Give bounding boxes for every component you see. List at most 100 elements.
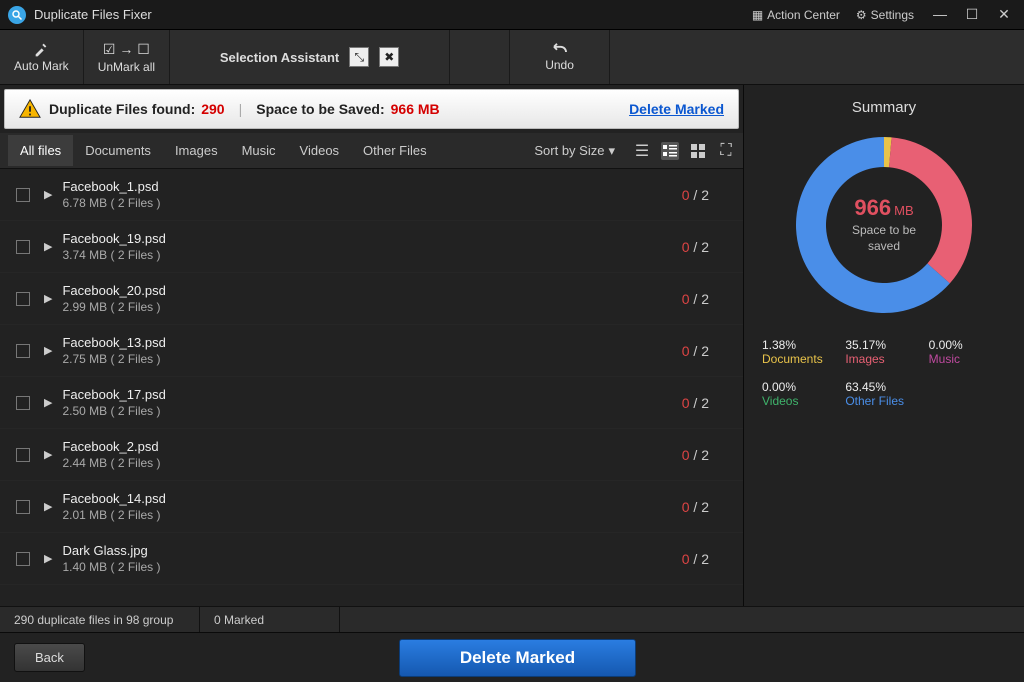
file-name: Facebook_14.psd bbox=[62, 491, 165, 506]
automark-button[interactable]: Auto Mark bbox=[0, 30, 84, 84]
info-bar: Duplicate Files found: 290 | Space to be… bbox=[4, 89, 739, 129]
filter-tabs: All filesDocumentsImagesMusicVideosOther… bbox=[0, 133, 743, 169]
file-name: Facebook_1.psd bbox=[62, 179, 160, 194]
summary-value: 966 bbox=[854, 195, 891, 220]
file-list[interactable]: ▶Facebook_1.psd6.78 MB ( 2 Files )0 / 2▶… bbox=[0, 169, 743, 606]
row-checkbox[interactable] bbox=[16, 344, 30, 358]
back-button[interactable]: Back bbox=[14, 643, 85, 672]
maximize-button[interactable]: ☐ bbox=[960, 6, 984, 23]
selection-assistant-button[interactable]: Selection Assistant ⤡ ✖ bbox=[170, 30, 450, 84]
file-meta: 1.40 MB ( 2 Files ) bbox=[62, 560, 160, 574]
status-groups: 290 duplicate files in 98 group bbox=[0, 607, 200, 632]
summary-title: Summary bbox=[762, 99, 1006, 116]
unmark-icon: ☑ → ☐ bbox=[103, 41, 150, 58]
minimize-button[interactable]: — bbox=[928, 6, 952, 23]
action-center-button[interactable]: ▦ Action Center bbox=[744, 4, 848, 26]
expand-icon[interactable]: ▶ bbox=[44, 292, 52, 305]
expand-icon[interactable]: ▶ bbox=[44, 188, 52, 201]
file-row[interactable]: ▶ Facebook_1.psd 6.78 MB ( 2 Files ) 0 / 2 bbox=[0, 169, 743, 221]
selection-count: 0 / 2 bbox=[682, 395, 727, 411]
file-meta: 2.44 MB ( 2 Files ) bbox=[62, 456, 160, 470]
legend-item: 1.38%Documents bbox=[762, 338, 839, 366]
summary-panel: Summary 966MB Space to besaved 1.38%Docu… bbox=[744, 85, 1024, 606]
row-checkbox[interactable] bbox=[16, 292, 30, 306]
summary-sublabel: Space to besaved bbox=[852, 223, 916, 254]
file-row[interactable]: ▶ Facebook_17.psd 2.50 MB ( 2 Files ) 0 / 2 bbox=[0, 377, 743, 429]
arrows-icon: ⤡ bbox=[349, 47, 369, 67]
selection-count: 0 / 2 bbox=[682, 447, 727, 463]
app-logo-icon bbox=[8, 6, 26, 24]
wand-icon bbox=[33, 41, 49, 57]
selection-count: 0 / 2 bbox=[682, 291, 727, 307]
file-meta: 2.75 MB ( 2 Files ) bbox=[62, 352, 165, 366]
selection-count: 0 / 2 bbox=[682, 187, 727, 203]
selection-count: 0 / 2 bbox=[682, 551, 727, 567]
tab-images[interactable]: Images bbox=[163, 135, 230, 166]
app-title: Duplicate Files Fixer bbox=[34, 7, 152, 22]
expand-icon[interactable]: ▶ bbox=[44, 448, 52, 461]
file-name: Facebook_17.psd bbox=[62, 387, 165, 402]
fullscreen-icon[interactable]: ⛶ bbox=[717, 142, 735, 160]
row-checkbox[interactable] bbox=[16, 448, 30, 462]
status-marked: 0 Marked bbox=[200, 607, 340, 632]
donut-chart: 966MB Space to besaved bbox=[789, 130, 979, 320]
selection-count: 0 / 2 bbox=[682, 499, 727, 515]
legend-item: 0.00%Videos bbox=[762, 380, 839, 408]
selection-count: 0 / 2 bbox=[682, 239, 727, 255]
row-checkbox[interactable] bbox=[16, 396, 30, 410]
undo-button[interactable]: Undo bbox=[510, 30, 610, 84]
expand-icon[interactable]: ▶ bbox=[44, 500, 52, 513]
file-row[interactable]: ▶ Facebook_2.psd 2.44 MB ( 2 Files ) 0 / 2 bbox=[0, 429, 743, 481]
file-name: Facebook_20.psd bbox=[62, 283, 165, 298]
unmark-button[interactable]: ☑ → ☐ UnMark all bbox=[84, 30, 170, 84]
sort-dropdown[interactable]: Sort by Size ▾ bbox=[534, 143, 615, 159]
row-checkbox[interactable] bbox=[16, 500, 30, 514]
expand-icon[interactable]: ▶ bbox=[44, 396, 52, 409]
warning-icon bbox=[19, 98, 41, 120]
found-count: 290 bbox=[201, 101, 224, 117]
file-row[interactable]: ▶Facebook_20.psd2.99 MB ( 2 Files )0 / 2 bbox=[0, 273, 743, 325]
file-row[interactable]: ▶ Facebook_13.psd 2.75 MB ( 2 Files ) 0 / 2 bbox=[0, 325, 743, 377]
expand-icon[interactable]: ▶ bbox=[44, 344, 52, 357]
legend-item: 63.45%Other Files bbox=[845, 380, 922, 408]
tab-music[interactable]: Music bbox=[230, 135, 288, 166]
file-name: Facebook_2.psd bbox=[62, 439, 160, 454]
delete-marked-button[interactable]: Delete Marked bbox=[399, 639, 636, 677]
file-name: Dark Glass.jpg bbox=[62, 543, 160, 558]
tab-all-files[interactable]: All files bbox=[8, 135, 73, 166]
row-checkbox[interactable] bbox=[16, 188, 30, 202]
grid-icon: ▦ bbox=[752, 8, 763, 22]
tab-other-files[interactable]: Other Files bbox=[351, 135, 439, 166]
status-bar: 290 duplicate files in 98 group 0 Marked bbox=[0, 606, 1024, 632]
view-detail-icon[interactable] bbox=[661, 142, 679, 160]
legend-item: 0.00%Music bbox=[929, 338, 1006, 366]
file-row[interactable]: ▶ Dark Glass.jpg 1.40 MB ( 2 Files ) 0 / 2 bbox=[0, 533, 743, 585]
file-row[interactable]: ▶ Facebook_14.psd 2.01 MB ( 2 Files ) 0 / 2 bbox=[0, 481, 743, 533]
delete-marked-link[interactable]: Delete Marked bbox=[629, 101, 724, 117]
selection-count: 0 / 2 bbox=[682, 343, 727, 359]
space-value: 966 MB bbox=[391, 101, 440, 117]
tools-icon: ✖ bbox=[379, 47, 399, 67]
chart-legend: 1.38%Documents35.17%Images0.00%Music0.00… bbox=[762, 338, 1006, 408]
row-checkbox[interactable] bbox=[16, 552, 30, 566]
row-checkbox[interactable] bbox=[16, 240, 30, 254]
toolbar: Auto Mark ☑ → ☐ UnMark all Selection Ass… bbox=[0, 30, 1024, 85]
file-meta: 3.74 MB ( 2 Files ) bbox=[62, 248, 165, 262]
gear-icon: ⚙ bbox=[856, 8, 867, 22]
file-name: Facebook_13.psd bbox=[62, 335, 165, 350]
tab-videos[interactable]: Videos bbox=[288, 135, 352, 166]
file-row[interactable]: ▶ Facebook_19.psd 3.74 MB ( 2 Files ) 0 / 2 bbox=[0, 221, 743, 273]
expand-icon[interactable]: ▶ bbox=[44, 552, 52, 565]
file-meta: 2.50 MB ( 2 Files ) bbox=[62, 404, 165, 418]
view-list-icon[interactable]: ☰ bbox=[633, 142, 651, 160]
file-meta: 2.01 MB ( 2 Files ) bbox=[62, 508, 165, 522]
space-label: Space to be Saved: bbox=[256, 101, 384, 117]
chevron-down-icon: ▾ bbox=[608, 143, 615, 159]
file-meta: 6.78 MB ( 2 Files ) bbox=[62, 196, 160, 210]
view-grid-icon[interactable] bbox=[689, 142, 707, 160]
tab-documents[interactable]: Documents bbox=[73, 135, 163, 166]
file-name: Facebook_19.psd bbox=[62, 231, 165, 246]
close-button[interactable]: ✕ bbox=[992, 6, 1016, 23]
settings-button[interactable]: ⚙ Settings bbox=[848, 4, 922, 26]
expand-icon[interactable]: ▶ bbox=[44, 240, 52, 253]
